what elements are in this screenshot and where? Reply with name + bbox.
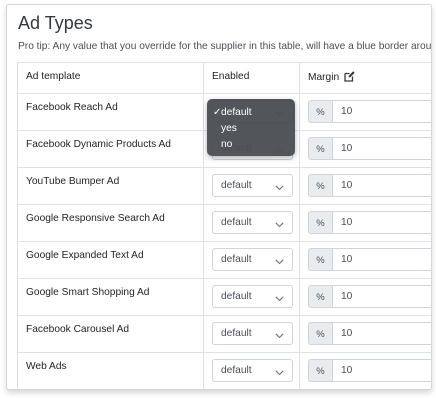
header-ad-template: Ad template <box>26 71 81 82</box>
header-enabled: Enabled <box>212 71 250 82</box>
row-ad-template-name: Facebook Reach Ad <box>26 102 118 113</box>
table-left-border <box>17 62 18 389</box>
header-margin-label: Margin <box>308 72 340 83</box>
percent-addon: % <box>308 248 332 271</box>
table-top-border <box>17 62 431 63</box>
enabled-dropdown-menu: ✓ default yes no <box>207 99 295 156</box>
enabled-select[interactable]: default <box>212 211 293 234</box>
chevron-down-icon <box>275 183 284 194</box>
row-ad-template-name: Web Ads <box>26 361 67 372</box>
enabled-select-value: default <box>221 217 252 228</box>
ad-types-card: Ad Types Pro tip: Any value that you ove… <box>6 4 432 390</box>
dropdown-option-yes[interactable]: yes <box>221 123 237 134</box>
row-ad-template-name: Google Smart Shopping Ad <box>26 287 150 298</box>
column-divider-1 <box>203 62 204 389</box>
percent-addon: % <box>308 100 332 123</box>
chevron-down-icon <box>275 257 284 268</box>
enabled-select[interactable]: default <box>212 285 293 308</box>
enabled-select[interactable]: default <box>212 248 293 271</box>
column-divider-2 <box>299 62 300 389</box>
percent-addon: % <box>308 211 332 234</box>
row-ad-template-name: Google Expanded Text Ad <box>26 250 144 261</box>
enabled-select-value: default <box>221 328 252 339</box>
row-ad-template-name: Facebook Carousel Ad <box>26 324 130 335</box>
margin-input[interactable]: 10 <box>332 211 431 234</box>
margin-input[interactable]: 10 <box>332 285 431 308</box>
chevron-down-icon <box>275 368 284 379</box>
dropdown-option-default[interactable]: default <box>221 107 252 118</box>
dropdown-option-no[interactable]: no <box>221 139 232 150</box>
margin-input[interactable]: 10 <box>332 322 431 345</box>
chevron-down-icon <box>275 294 284 305</box>
enabled-select-value: default <box>221 291 252 302</box>
margin-input[interactable]: 10 <box>332 174 431 197</box>
header-margin: Margin <box>308 71 355 85</box>
row-divider <box>17 278 431 279</box>
margin-input[interactable]: 10 <box>332 100 431 123</box>
row-ad-template-name: YouTube Bumper Ad <box>26 176 120 187</box>
margin-input[interactable]: 10 <box>332 137 431 160</box>
enabled-select[interactable]: default <box>212 359 293 382</box>
percent-addon: % <box>308 322 332 345</box>
percent-addon: % <box>308 174 332 197</box>
edit-icon[interactable] <box>344 71 355 85</box>
row-divider <box>17 315 431 316</box>
percent-addon: % <box>308 285 332 308</box>
enabled-select-value: default <box>221 180 252 191</box>
percent-addon: % <box>308 137 332 160</box>
row-divider <box>17 352 431 353</box>
percent-addon: % <box>308 359 332 382</box>
chevron-down-icon <box>275 220 284 231</box>
margin-input[interactable]: 10 <box>332 359 431 382</box>
row-divider <box>17 167 431 168</box>
chevron-down-icon <box>275 331 284 342</box>
row-ad-template-name: Google Responsive Search Ad <box>26 213 165 224</box>
pro-tip-text: Pro tip: Any value that you override for… <box>18 41 432 52</box>
enabled-select[interactable]: default <box>212 174 293 197</box>
enabled-select-value: default <box>221 365 252 376</box>
header-bottom-border <box>17 93 431 94</box>
margin-input[interactable]: 10 <box>332 248 431 271</box>
enabled-select[interactable]: default <box>212 322 293 345</box>
row-ad-template-name: Facebook Dynamic Products Ad <box>26 139 171 150</box>
row-divider <box>17 204 431 205</box>
row-divider <box>17 241 431 242</box>
page-title: Ad Types <box>18 13 93 33</box>
enabled-select-value: default <box>221 254 252 265</box>
